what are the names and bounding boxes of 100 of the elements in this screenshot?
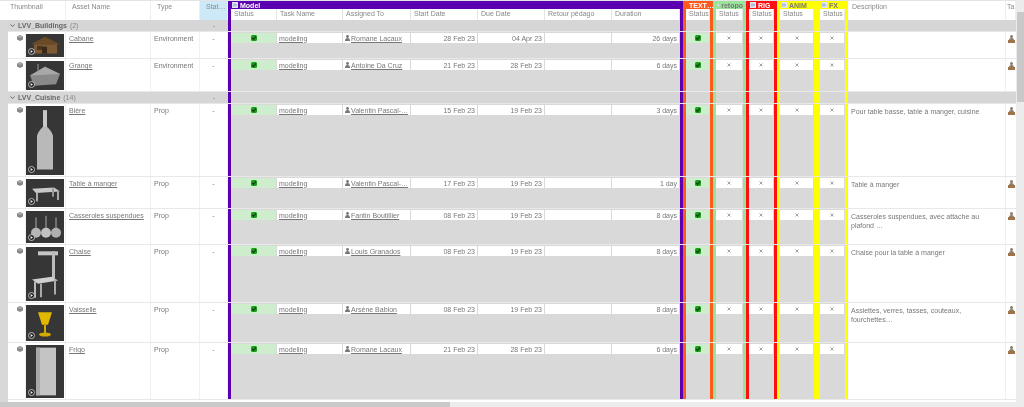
expand-icon[interactable] bbox=[717, 2, 720, 8]
person-icon[interactable] bbox=[1007, 35, 1015, 43]
cross-icon bbox=[830, 213, 834, 217]
status-cell[interactable] bbox=[716, 246, 742, 256]
cube-icon bbox=[17, 248, 23, 254]
status-cell[interactable] bbox=[820, 246, 844, 256]
person-icon[interactable] bbox=[1007, 107, 1015, 115]
status-cell[interactable] bbox=[686, 304, 709, 314]
play-icon[interactable] bbox=[28, 332, 35, 339]
status-cell[interactable] bbox=[231, 33, 276, 43]
status-cell[interactable] bbox=[820, 105, 844, 115]
check-icon bbox=[694, 62, 701, 68]
status-cell[interactable] bbox=[231, 246, 276, 256]
status-cell[interactable] bbox=[686, 33, 709, 43]
status-cell[interactable] bbox=[820, 210, 844, 220]
cross-icon bbox=[759, 347, 763, 351]
status-cell[interactable] bbox=[716, 210, 742, 220]
expand-icon[interactable] bbox=[781, 2, 787, 8]
status-cell[interactable] bbox=[749, 105, 773, 115]
cube-icon bbox=[17, 62, 23, 68]
cross-icon bbox=[759, 36, 763, 40]
expand-icon[interactable] bbox=[750, 2, 756, 8]
cross-icon bbox=[794, 63, 799, 67]
expand-icon[interactable] bbox=[821, 2, 827, 8]
cube-icon bbox=[17, 306, 23, 312]
scrollbar[interactable] bbox=[1016, 0, 1024, 407]
status-cell[interactable] bbox=[686, 60, 709, 70]
play-icon[interactable] bbox=[28, 389, 35, 396]
status-cell[interactable] bbox=[686, 246, 709, 256]
status-cell[interactable] bbox=[820, 178, 844, 188]
expand-icon[interactable] bbox=[232, 2, 238, 8]
person-icon bbox=[345, 62, 350, 68]
status-cell[interactable] bbox=[231, 178, 276, 188]
status-cell[interactable] bbox=[820, 344, 844, 354]
check-icon bbox=[250, 346, 257, 352]
person-icon bbox=[345, 180, 350, 186]
person-icon[interactable] bbox=[1007, 346, 1015, 354]
cross-icon bbox=[727, 108, 731, 112]
cube-icon bbox=[17, 212, 23, 218]
cross-icon bbox=[759, 63, 763, 67]
cross-icon bbox=[794, 213, 799, 217]
cross-icon bbox=[830, 347, 834, 351]
status-cell[interactable] bbox=[780, 246, 813, 256]
status-cell[interactable] bbox=[231, 344, 276, 354]
status-cell[interactable] bbox=[780, 344, 813, 354]
status-cell[interactable] bbox=[716, 105, 742, 115]
cross-icon bbox=[727, 63, 731, 67]
cross-icon bbox=[727, 36, 731, 40]
status-cell[interactable] bbox=[716, 344, 742, 354]
status-cell[interactable] bbox=[231, 105, 276, 115]
check-icon bbox=[250, 62, 257, 68]
status-cell[interactable] bbox=[780, 60, 813, 70]
play-icon[interactable] bbox=[28, 48, 35, 55]
status-cell[interactable] bbox=[820, 304, 844, 314]
status-cell[interactable] bbox=[716, 60, 742, 70]
person-icon bbox=[345, 35, 350, 41]
person-icon[interactable] bbox=[1007, 62, 1015, 70]
status-cell[interactable] bbox=[686, 105, 709, 115]
status-cell[interactable] bbox=[686, 178, 709, 188]
status-cell[interactable] bbox=[780, 210, 813, 220]
person-icon[interactable] bbox=[1007, 212, 1015, 220]
status-cell[interactable] bbox=[749, 33, 773, 43]
play-icon[interactable] bbox=[28, 166, 35, 173]
play-icon[interactable] bbox=[28, 198, 35, 205]
chevron-icon[interactable] bbox=[10, 95, 15, 100]
status-cell[interactable] bbox=[749, 246, 773, 256]
status-cell[interactable] bbox=[780, 178, 813, 188]
status-cell[interactable] bbox=[820, 33, 844, 43]
status-cell[interactable] bbox=[780, 105, 813, 115]
person-icon[interactable] bbox=[1007, 248, 1015, 256]
cross-icon bbox=[759, 108, 763, 112]
cross-icon bbox=[794, 307, 799, 311]
status-cell[interactable] bbox=[749, 304, 773, 314]
status-cell[interactable] bbox=[231, 304, 276, 314]
status-cell[interactable] bbox=[716, 178, 742, 188]
play-icon[interactable] bbox=[28, 81, 35, 88]
play-icon[interactable] bbox=[28, 234, 35, 241]
status-cell[interactable] bbox=[686, 344, 709, 354]
check-icon bbox=[250, 107, 257, 113]
person-icon[interactable] bbox=[1007, 180, 1015, 188]
cross-icon bbox=[794, 249, 799, 253]
status-cell[interactable] bbox=[231, 60, 276, 70]
status-cell[interactable] bbox=[780, 304, 813, 314]
chevron-icon[interactable] bbox=[10, 23, 15, 28]
status-cell[interactable] bbox=[686, 210, 709, 220]
person-icon[interactable] bbox=[1007, 306, 1015, 314]
status-cell[interactable] bbox=[749, 60, 773, 70]
status-cell[interactable] bbox=[716, 304, 742, 314]
status-cell[interactable] bbox=[780, 33, 813, 43]
status-cell[interactable] bbox=[749, 178, 773, 188]
person-icon bbox=[345, 346, 350, 352]
status-cell[interactable] bbox=[749, 344, 773, 354]
status-cell[interactable] bbox=[716, 33, 742, 43]
scrollbar[interactable] bbox=[0, 402, 1016, 407]
play-icon[interactable] bbox=[28, 292, 35, 299]
status-cell[interactable] bbox=[820, 60, 844, 70]
check-icon bbox=[694, 35, 701, 41]
status-cell[interactable] bbox=[231, 210, 276, 220]
status-cell[interactable] bbox=[749, 210, 773, 220]
check-icon bbox=[694, 180, 701, 186]
